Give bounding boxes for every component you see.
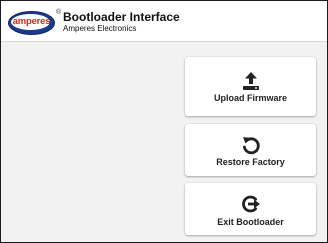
exit-icon xyxy=(240,193,262,215)
upload-icon xyxy=(240,70,262,92)
page-title: Bootloader Interface xyxy=(63,10,180,24)
upload-firmware-button[interactable]: Upload Firmware xyxy=(185,57,316,116)
page-subtitle: Amperes Electronics xyxy=(63,24,137,33)
upload-firmware-label: Upload Firmware xyxy=(213,93,287,103)
exit-bootloader-label: Exit Bootloader xyxy=(217,217,284,227)
amperes-logo: amperes ® xyxy=(8,9,61,35)
restore-factory-label: Restore Factory xyxy=(216,157,285,167)
exit-bootloader-button[interactable]: Exit Bootloader xyxy=(185,183,316,235)
header-bar: amperes ® Bootloader Interface Amperes E… xyxy=(1,1,327,42)
restore-factory-button[interactable]: Restore Factory xyxy=(185,124,316,176)
registered-mark: ® xyxy=(56,9,62,16)
logo-wordmark: amperes xyxy=(12,16,51,27)
restore-icon xyxy=(240,134,262,156)
bootloader-window: amperes ® Bootloader Interface Amperes E… xyxy=(0,0,328,243)
